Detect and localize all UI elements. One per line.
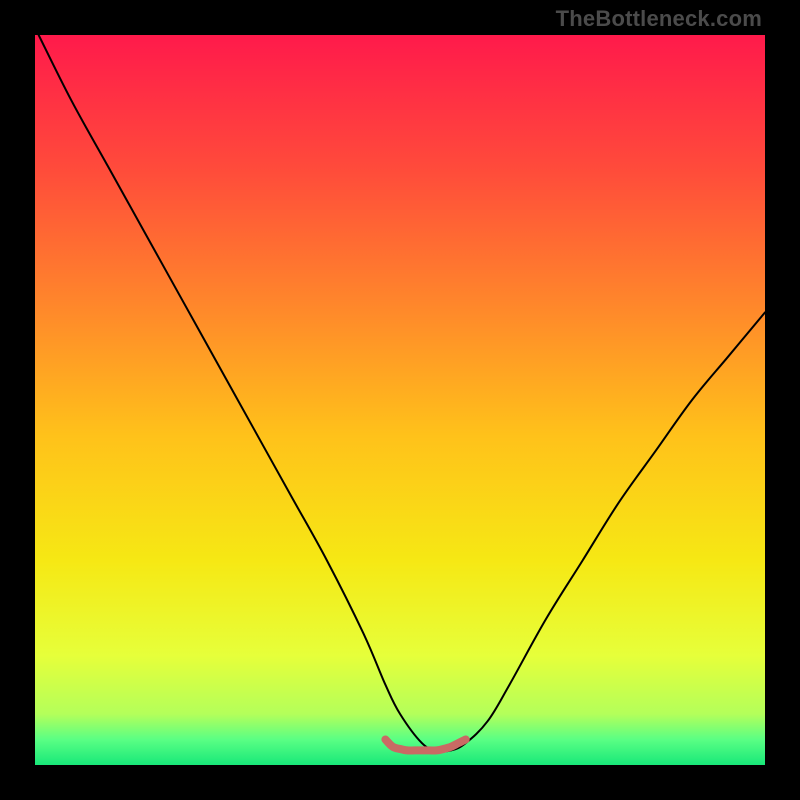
bottleneck-curve-path bbox=[39, 35, 765, 751]
watermark-text: TheBottleneck.com bbox=[556, 6, 762, 32]
optimal-marker-path bbox=[385, 739, 465, 750]
chart-frame: TheBottleneck.com bbox=[0, 0, 800, 800]
curve-layer bbox=[35, 35, 765, 765]
plot-area bbox=[35, 35, 765, 765]
